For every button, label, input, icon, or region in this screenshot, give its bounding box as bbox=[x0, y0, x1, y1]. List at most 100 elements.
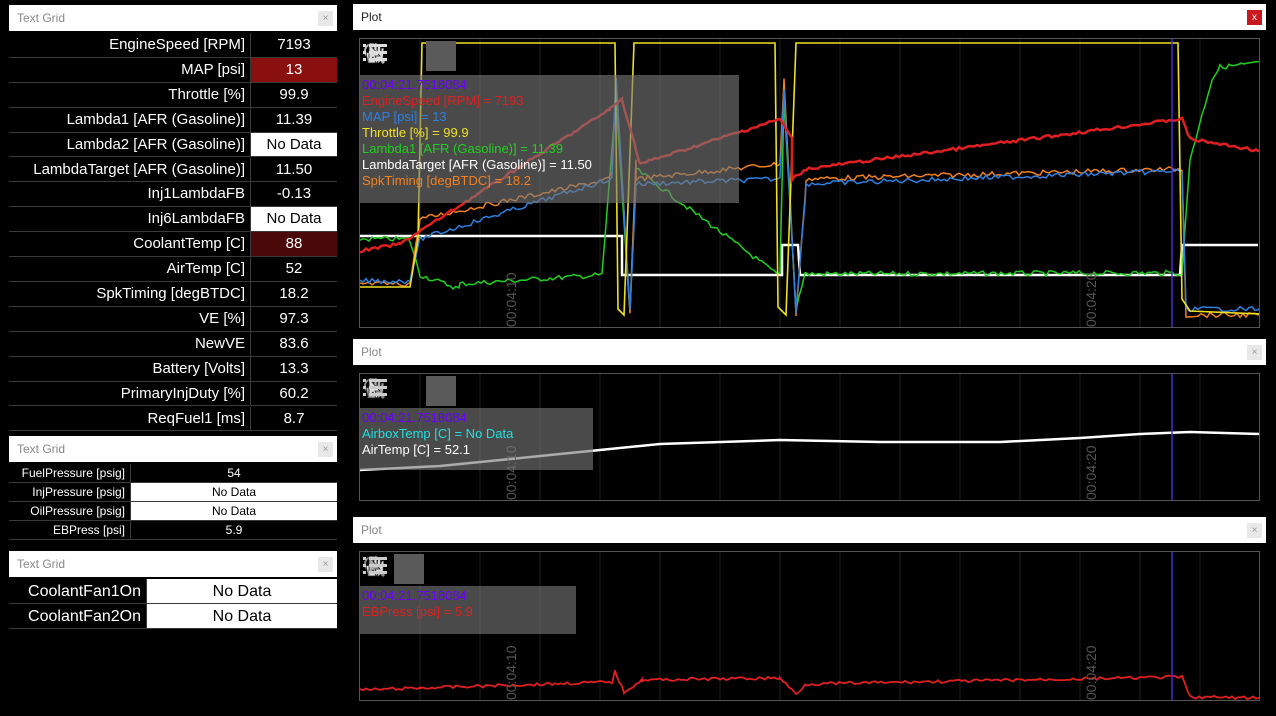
plot-panel-1: Plot x 00:04:10 00:04:20 00:04:21.751808… bbox=[353, 4, 1266, 329]
list-icon[interactable] bbox=[363, 376, 488, 406]
close-icon[interactable]: × bbox=[1247, 523, 1262, 538]
text-grid-1-title: Text Grid bbox=[17, 11, 66, 25]
grid-row-value: 97.3 bbox=[250, 306, 337, 331]
grid-row-label: Throttle [%] bbox=[168, 85, 245, 103]
grid-row-label: SpkTiming [degBTDC] bbox=[96, 285, 245, 302]
plot-2-area[interactable]: 00:04:10 00:04:20 00:04:21.7518084 Airbox… bbox=[359, 373, 1260, 501]
grid-row-label: AirTemp [C] bbox=[166, 260, 245, 278]
grid-row: SpkTiming [degBTDC] 18.2 bbox=[9, 282, 337, 307]
legend-entry: EBPress [psi] = 5.9 bbox=[362, 604, 473, 619]
grid-row-value: 83.6 bbox=[250, 331, 337, 356]
legend-entry: SpkTiming [degBTDC] = 18.2 bbox=[362, 173, 531, 188]
grid-row-label: VE [%] bbox=[199, 309, 245, 327]
grid-row: Throttle [%] 99.9 bbox=[9, 82, 337, 108]
grid-row: Lambda2 [AFR (Gasoline)] No Data bbox=[9, 132, 337, 158]
plot-1-area[interactable]: 00:04:10 00:04:20 00:04:21.7518084 Engine… bbox=[359, 38, 1260, 328]
grid-row-value: No Data bbox=[130, 483, 337, 501]
grid-row-value: No Data bbox=[130, 502, 337, 520]
grid-row-label: InjPressure [psig] bbox=[32, 485, 125, 499]
plot-1-legend: 00:04:21.7518084 EngineSpeed [RPM] = 7193… bbox=[360, 75, 739, 203]
grid-row: ReqFuel1 [ms] 8.7 bbox=[9, 406, 337, 432]
close-icon[interactable]: × bbox=[318, 442, 333, 457]
time-axis-label: 00:04:20 bbox=[1083, 645, 1099, 701]
grid-row-value: 11.50 bbox=[250, 157, 337, 182]
grid-row-value: 99.9 bbox=[250, 82, 337, 107]
close-icon[interactable]: x bbox=[1247, 10, 1262, 25]
text-grid-3: Text Grid × CoolantFan1On No Data CoolantF… bbox=[9, 551, 337, 631]
plot-3-toolbar bbox=[362, 554, 490, 584]
hand-icon[interactable] bbox=[365, 376, 424, 406]
close-icon[interactable]: × bbox=[318, 11, 333, 26]
plot-1-titlebar[interactable]: Plot x bbox=[353, 4, 1266, 30]
grid-row-label: Lambda2 [AFR (Gasoline)] bbox=[66, 135, 245, 153]
list-icon[interactable] bbox=[363, 41, 488, 71]
plot-1-toolbar bbox=[362, 41, 490, 71]
text-grid-2: Text Grid × FuelPressure [psig] 54 InjPres… bbox=[9, 436, 337, 540]
plot-3-titlebar[interactable]: Plot × bbox=[353, 517, 1266, 543]
grid-row-label: CoolantTemp [C] bbox=[133, 235, 245, 253]
grid-row: MAP [psi] 13 bbox=[9, 57, 337, 83]
grid-row: OilPressure [psig] No Data bbox=[9, 502, 337, 521]
grid-row: Lambda1 [AFR (Gasoline)] 11.39 bbox=[9, 107, 337, 133]
grid-row: EngineSpeed [RPM] 7193 bbox=[9, 33, 337, 58]
legend-entry: EngineSpeed [RPM] = 7193 bbox=[362, 93, 524, 108]
grid-row: CoolantFan1On No Data bbox=[9, 579, 337, 604]
plot-1-title: Plot bbox=[361, 10, 382, 24]
grid-row-label: Battery [Volts] bbox=[152, 359, 245, 377]
grid-row: VE [%] 97.3 bbox=[9, 306, 337, 332]
arrow-cursor-icon[interactable] bbox=[368, 376, 456, 406]
legend-entry: Lambda1 [AFR (Gasoline)] = 11.39 bbox=[362, 141, 564, 156]
grid-row: FuelPressure [psig] 54 bbox=[9, 464, 337, 483]
legend-entry: 00:04:21.7518084 bbox=[362, 77, 467, 92]
grid-row: Inj1LambdaFB -0.13 bbox=[9, 182, 337, 208]
legend-entry: 00:04:21.7518084 bbox=[362, 410, 467, 425]
plot-panel-2: Plot × 00:04:10 00:04:20 00:04:21.751808… bbox=[353, 339, 1266, 507]
grid-row-label: CoolantFan2On bbox=[28, 608, 141, 625]
grid-row-label: Lambda1 [AFR (Gasoline)] bbox=[66, 110, 245, 128]
grid-row-value: No Data bbox=[146, 604, 337, 628]
grid-row: Battery [Volts] 13.3 bbox=[9, 356, 337, 382]
plot-2-titlebar[interactable]: Plot × bbox=[353, 339, 1266, 365]
grid-row-label: CoolantFan1On bbox=[28, 583, 141, 600]
arrow-cursor-icon[interactable] bbox=[368, 554, 456, 584]
plot-2-toolbar bbox=[362, 376, 490, 406]
list-icon[interactable] bbox=[363, 554, 488, 584]
grid-row-label: EBPress [psi] bbox=[52, 523, 125, 537]
plot-3-area[interactable]: 00:04:10 00:04:20 00:04:21.7518084 EBPres… bbox=[359, 551, 1260, 701]
grid-row-value: No Data bbox=[146, 579, 337, 603]
plot-2-legend: 00:04:21.7518084 AirboxTemp [C] = No Data… bbox=[360, 408, 593, 470]
hand-icon[interactable] bbox=[365, 554, 424, 584]
grid-row-label: MAP [psi] bbox=[181, 60, 245, 78]
hand-icon[interactable] bbox=[365, 41, 424, 71]
legend-entry: MAP [psi] = 13 bbox=[362, 109, 447, 124]
grid-row: CoolantTemp [C] 88 bbox=[9, 232, 337, 258]
legend-entry: 00:04:21.7518084 bbox=[362, 588, 467, 603]
grid-row-label: PrimaryInjDuty [%] bbox=[120, 384, 245, 402]
grid-row-label: Inj6LambdaFB bbox=[147, 210, 245, 228]
legend-entry: Throttle [%] = 99.9 bbox=[362, 125, 469, 140]
close-icon[interactable]: × bbox=[1247, 345, 1262, 360]
grid-row-value: -0.13 bbox=[250, 182, 337, 207]
grid-row-label: NewVE bbox=[194, 334, 245, 352]
grid-row-label: FuelPressure [psig] bbox=[21, 466, 125, 480]
grid-row: Inj6LambdaFB No Data bbox=[9, 207, 337, 233]
grid-row-value: 60.2 bbox=[250, 381, 337, 406]
close-icon[interactable]: × bbox=[318, 557, 333, 572]
arrow-cursor-icon[interactable] bbox=[368, 41, 456, 71]
grid-row-value: No Data bbox=[250, 132, 337, 157]
grid-row-label: ReqFuel1 [ms] bbox=[147, 409, 245, 427]
plot-panel-3: Plot × 00:04:10 00:04:20 00:04:21.751808… bbox=[353, 517, 1266, 707]
grid-row-value: 11.39 bbox=[250, 107, 337, 132]
text-grid-1-titlebar[interactable]: Text Grid × bbox=[9, 5, 337, 31]
grid-row: EBPress [psi] 5.9 bbox=[9, 521, 337, 540]
lambda-target-trace bbox=[360, 234, 1258, 277]
text-grid-3-titlebar[interactable]: Text Grid × bbox=[9, 551, 337, 577]
time-axis-label: 00:04:10 bbox=[503, 645, 519, 701]
grid-row: InjPressure [psig] No Data bbox=[9, 483, 337, 502]
plot-3-title: Plot bbox=[361, 523, 382, 537]
legend-entry: LambdaTarget [AFR (Gasoline)] = 11.50 bbox=[362, 157, 592, 172]
text-grid-2-title: Text Grid bbox=[17, 442, 66, 456]
text-grid-3-title: Text Grid bbox=[17, 557, 66, 571]
grid-row-value: 88 bbox=[250, 232, 337, 257]
text-grid-2-titlebar[interactable]: Text Grid × bbox=[9, 436, 337, 462]
